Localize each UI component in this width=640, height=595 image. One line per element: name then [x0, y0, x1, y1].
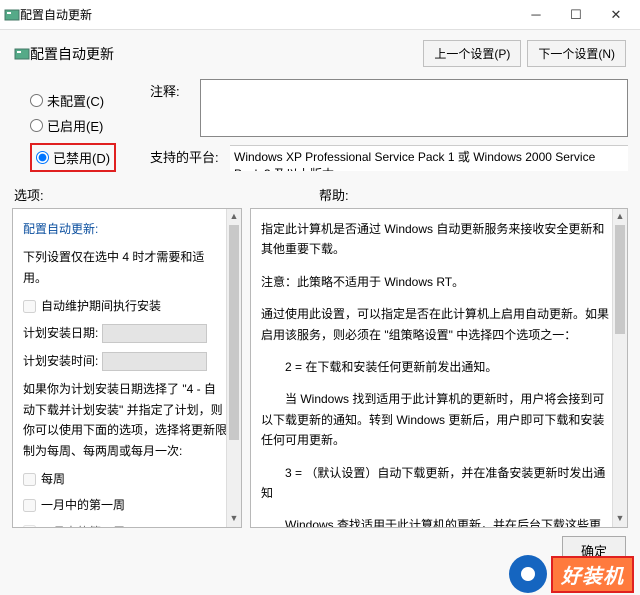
close-button[interactable]: ✕: [596, 1, 636, 29]
page-title: 配置自动更新: [30, 44, 417, 64]
help-text: Windows 查找适用于此计算机的更新，并在后台下载这些更新（在此过程中，用户…: [261, 515, 613, 528]
install-day-row: 计划安装日期:: [23, 323, 227, 343]
install-day-select[interactable]: [102, 324, 207, 343]
options-label: 选项:: [14, 185, 249, 204]
checkbox-partial[interactable]: 一月中的第一周: [23, 522, 227, 528]
policy-icon: [4, 7, 20, 23]
scroll-up-icon[interactable]: ▲: [227, 209, 241, 225]
options-text2: 如果你为计划安装日期选择了 "4 - 自动下载并计划安装" 并指定了计划，则你可…: [23, 379, 227, 461]
watermark-logo-icon: [509, 555, 547, 593]
help-text: 通过使用此设置，可以指定是否在此计算机上启用自动更新。如果启用该服务，则必须在 …: [261, 304, 613, 345]
help-text: 指定此计算机是否通过 Windows 自动更新服务来接收安全更新和其他重要下载。: [261, 219, 613, 260]
prev-setting-button[interactable]: 上一个设置(P): [423, 40, 521, 67]
options-panel: 配置自动更新: 下列设置仅在选中 4 时才需要和适用。 自动维护期间执行安装 计…: [12, 208, 242, 528]
maximize-button[interactable]: ☐: [556, 1, 596, 29]
help-text: 3 = （默认设置）自动下载更新，并在准备安装更新时发出通知: [261, 463, 613, 504]
next-setting-button[interactable]: 下一个设置(N): [527, 40, 626, 67]
options-text: 下列设置仅在选中 4 时才需要和适用。: [23, 247, 227, 288]
checkbox-first-week[interactable]: 一月中的第一周: [23, 495, 227, 515]
options-heading: 配置自动更新:: [23, 219, 227, 239]
radio-not-configured[interactable]: 未配置(C): [30, 91, 150, 110]
radio-disabled[interactable]: 已禁用(D): [36, 148, 110, 167]
scroll-up-icon[interactable]: ▲: [613, 209, 627, 225]
checkbox-maintenance[interactable]: 自动维护期间执行安装: [23, 296, 227, 316]
platforms-label: 支持的平台:: [150, 145, 230, 166]
help-text: 2 = 在下载和安装任何更新前发出通知。: [261, 357, 613, 377]
help-text: 注意：此策略不适用于 Windows RT。: [261, 272, 613, 292]
watermark-text: 好装机: [551, 556, 634, 593]
comment-label: 注释:: [150, 79, 200, 100]
watermark: 好装机: [509, 555, 634, 593]
help-panel: 指定此计算机是否通过 Windows 自动更新服务来接收安全更新和其他重要下载。…: [250, 208, 628, 528]
checkbox-weekly[interactable]: 每周: [23, 469, 227, 489]
window-title: 配置自动更新: [20, 6, 516, 23]
install-time-row: 计划安装时间:: [23, 351, 227, 371]
radio-enabled[interactable]: 已启用(E): [30, 116, 150, 135]
platforms-text: Windows XP Professional Service Pack 1 或…: [230, 145, 628, 171]
options-scrollbar[interactable]: ▲ ▼: [226, 209, 241, 527]
comment-field[interactable]: [200, 79, 628, 137]
help-scrollbar[interactable]: ▲ ▼: [612, 209, 627, 527]
help-label: 帮助:: [249, 185, 626, 204]
scroll-down-icon[interactable]: ▼: [613, 511, 627, 527]
minimize-button[interactable]: ─: [516, 1, 556, 29]
policy-icon: [14, 46, 30, 62]
help-text: 当 Windows 找到适用于此计算机的更新时，用户将会接到可以下载更新的通知。…: [261, 389, 613, 450]
scroll-down-icon[interactable]: ▼: [227, 511, 241, 527]
install-time-select[interactable]: [102, 352, 207, 371]
